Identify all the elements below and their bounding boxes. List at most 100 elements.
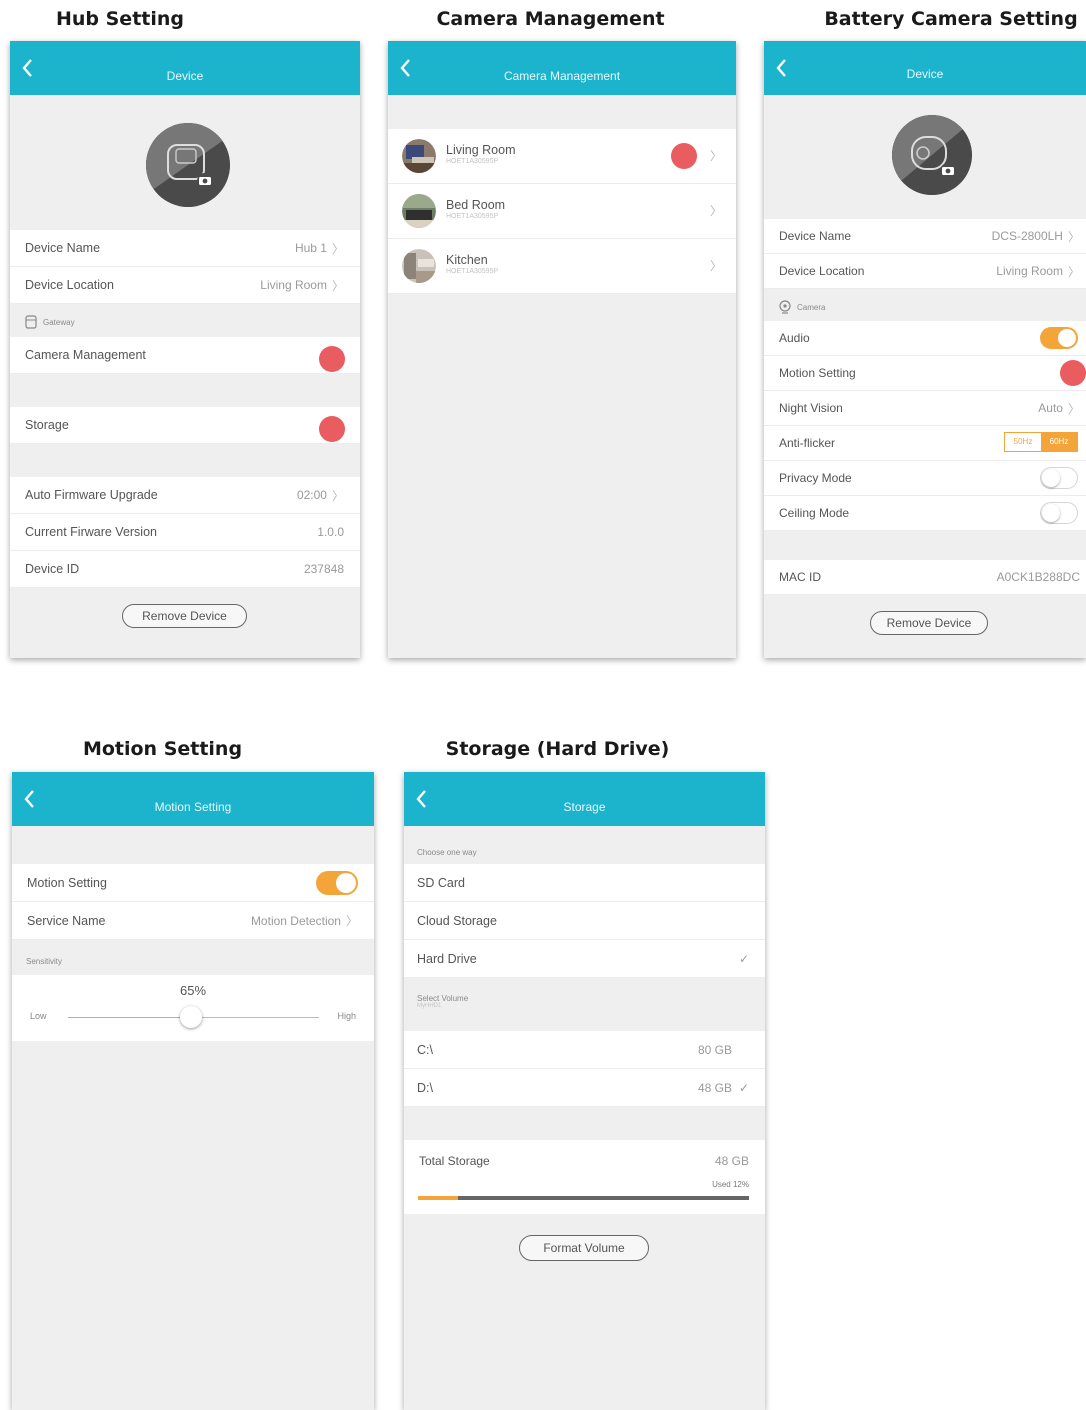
camera-icon <box>779 300 791 314</box>
hub-device-id-label: Device ID <box>25 562 80 576</box>
battery-camera-label: Camera <box>797 302 826 312</box>
sensitivity-panel: 65% Low High <box>12 975 374 1041</box>
kitchen-thumbnail <box>402 249 436 283</box>
sensitivity-low-label: Low <box>30 1011 47 1021</box>
sensitivity-slider-knob[interactable] <box>179 1006 202 1028</box>
total-storage-label: Total Storage <box>419 1154 490 1168</box>
camera-name: Bed Room <box>446 198 506 212</box>
toggle-knob <box>1058 329 1076 347</box>
battery-header: Device <box>764 41 1086 95</box>
living-room-thumbnail <box>402 139 436 173</box>
hub-storage-row[interactable]: Storage <box>10 407 360 444</box>
battery-device-name-value-wrap: DCS-2800LH 〉 <box>992 219 1080 253</box>
service-name-label: Service Name <box>27 913 106 928</box>
camera-item-text: Bed Room HOET1A30595P <box>446 198 505 220</box>
chevron-right-icon: 〉 <box>1067 264 1080 279</box>
toggle-knob <box>1042 469 1060 487</box>
hub-camera-management-row[interactable]: Camera Management <box>10 337 360 374</box>
hub-auto-firmware-value: 02:00 <box>296 488 327 502</box>
privacy-toggle[interactable] <box>1040 467 1078 489</box>
hard-drive-row[interactable]: Hard Drive ✓ <box>404 940 765 978</box>
hub-camera-management-label: Camera Management <box>25 348 146 362</box>
storage-usage-fill <box>418 1196 458 1200</box>
motion-toggle[interactable] <box>316 871 358 895</box>
camera-management-header: Camera Management <box>388 41 736 95</box>
anti-flicker-50hz[interactable]: 50Hz <box>1005 433 1041 451</box>
battery-header-title: Device <box>906 67 944 81</box>
total-storage-value: 48 GB <box>714 1154 749 1168</box>
chevron-right-icon: 〉 <box>331 241 344 256</box>
volume-name: C:\ <box>417 1042 433 1057</box>
hub-setting-screen: Device Device Name Hub 1 〉 Device Locatio… <box>10 41 360 658</box>
hub-storage-marker <box>319 416 345 442</box>
hub-device-name-row[interactable]: Device Name Hub 1 〉 <box>10 230 360 267</box>
battery-privacy-row: Privacy Mode <box>764 461 1086 496</box>
camera-item-text: Living Room HOET1A30595P <box>446 143 515 165</box>
battery-night-vision-value: Auto <box>1038 401 1063 415</box>
battery-device-name-row[interactable]: Device Name DCS-2800LH 〉 <box>764 219 1086 254</box>
gateway-icon <box>25 315 37 329</box>
camera-list-item[interactable]: Kitchen HOET1A30595P 〉 <box>388 239 736 294</box>
choose-one-way-label: Choose one way <box>417 847 477 857</box>
camera-management-header-title: Camera Management <box>503 69 621 83</box>
volume-row[interactable]: D:\ 48 GB ✓ <box>404 1069 765 1107</box>
select-volume-sub: MyHHD1 <box>417 1003 442 1009</box>
anti-flicker-60hz[interactable]: 60Hz <box>1041 433 1077 451</box>
hub-current-firmware-label: Current Firware Version <box>25 525 157 539</box>
battery-mac-value: A0CK1B288DC <box>996 570 1080 584</box>
camera-list-item[interactable]: Bed Room HOET1A30595P 〉 <box>388 184 736 239</box>
hub-device-location-label: Device Location <box>25 278 114 292</box>
toggle-knob <box>1042 504 1060 522</box>
anti-flicker-segmented: 50Hz 60Hz <box>1004 432 1078 452</box>
hub-device-location-value-wrap: Living Room 〉 <box>260 267 344 303</box>
total-storage-panel: Total Storage 48 GB Used 12% <box>404 1140 765 1214</box>
battery-night-vision-value-wrap: Auto 〉 <box>1038 391 1080 425</box>
camera-management-title: Camera Management <box>436 8 665 30</box>
hub-device-location-row[interactable]: Device Location Living Room 〉 <box>10 267 360 304</box>
format-volume-button[interactable]: Format Volume <box>519 1235 649 1261</box>
storage-title: Storage (Hard Drive) <box>445 738 670 760</box>
battery-camera-group-label: Camera <box>778 297 825 317</box>
battery-motion-setting-row[interactable]: Motion Setting <box>764 356 1086 391</box>
battery-remove-device-button[interactable]: Remove Device <box>870 611 988 635</box>
battery-ceiling-label: Ceiling Mode <box>779 506 850 520</box>
service-name-row[interactable]: Service Name Motion Detection 〉 <box>12 902 374 940</box>
cloud-storage-row[interactable]: Cloud Storage <box>404 902 765 940</box>
hub-device-name-value: Hub 1 <box>294 241 327 255</box>
battery-night-vision-row[interactable]: Night Vision Auto 〉 <box>764 391 1086 426</box>
hub-auto-firmware-row[interactable]: Auto Firmware Upgrade 02:00 〉 <box>10 477 360 514</box>
hub-device-name-value-wrap: Hub 1 〉 <box>295 230 344 266</box>
hub-auto-firmware-label: Auto Firmware Upgrade <box>25 488 158 502</box>
select-volume-title: Select Volume <box>417 994 469 1003</box>
sensitivity-value: 65% <box>179 983 207 998</box>
battery-device-location-row[interactable]: Device Location Living Room 〉 <box>764 254 1086 289</box>
chevron-right-icon: 〉 <box>1067 401 1080 416</box>
battery-camera-setting-title: Battery Camera Setting <box>824 8 1078 30</box>
hub-remove-device-button[interactable]: Remove Device <box>122 604 247 628</box>
hub-gateway-group-label: Gateway <box>24 312 75 332</box>
audio-toggle[interactable] <box>1040 327 1078 349</box>
storage-screen: Storage Choose one way SD Card Cloud Sto… <box>404 772 765 1410</box>
ceiling-toggle[interactable] <box>1040 502 1078 524</box>
sd-card-row[interactable]: SD Card <box>404 864 765 902</box>
chevron-right-icon: 〉 <box>709 204 722 218</box>
hub-header: Device <box>10 41 360 95</box>
chevron-right-icon: 〉 <box>709 259 722 273</box>
chevron-right-icon: 〉 <box>1067 229 1080 244</box>
hard-drive-label: Hard Drive <box>417 951 477 966</box>
camera-item-text: Kitchen HOET1A30595P <box>446 253 498 275</box>
camera-management-screen: Camera Management Living Room HOET1A3059… <box>388 41 736 658</box>
volume-row[interactable]: C:\ 80 GB <box>404 1031 765 1069</box>
motion-setting-screen: Motion Setting Motion Setting Service Na… <box>12 772 374 1410</box>
service-name-value: Motion Detection <box>250 913 341 928</box>
camera-serial: HOET1A30595P <box>446 268 499 275</box>
volume-size: 48 GB <box>697 1080 732 1095</box>
battery-device-location-value-wrap: Living Room 〉 <box>996 254 1080 288</box>
motion-header-title: Motion Setting <box>154 800 232 814</box>
hub-device-location-value: Living Room <box>260 278 327 292</box>
hub-device-id-row: Device ID 237848 <box>10 551 360 588</box>
battery-device-name-value: DCS-2800LH <box>991 229 1063 243</box>
sensitivity-high-label: High <box>337 1011 356 1021</box>
sensitivity-slider-track[interactable] <box>68 1006 319 1028</box>
battery-camera-avatar <box>892 115 972 195</box>
